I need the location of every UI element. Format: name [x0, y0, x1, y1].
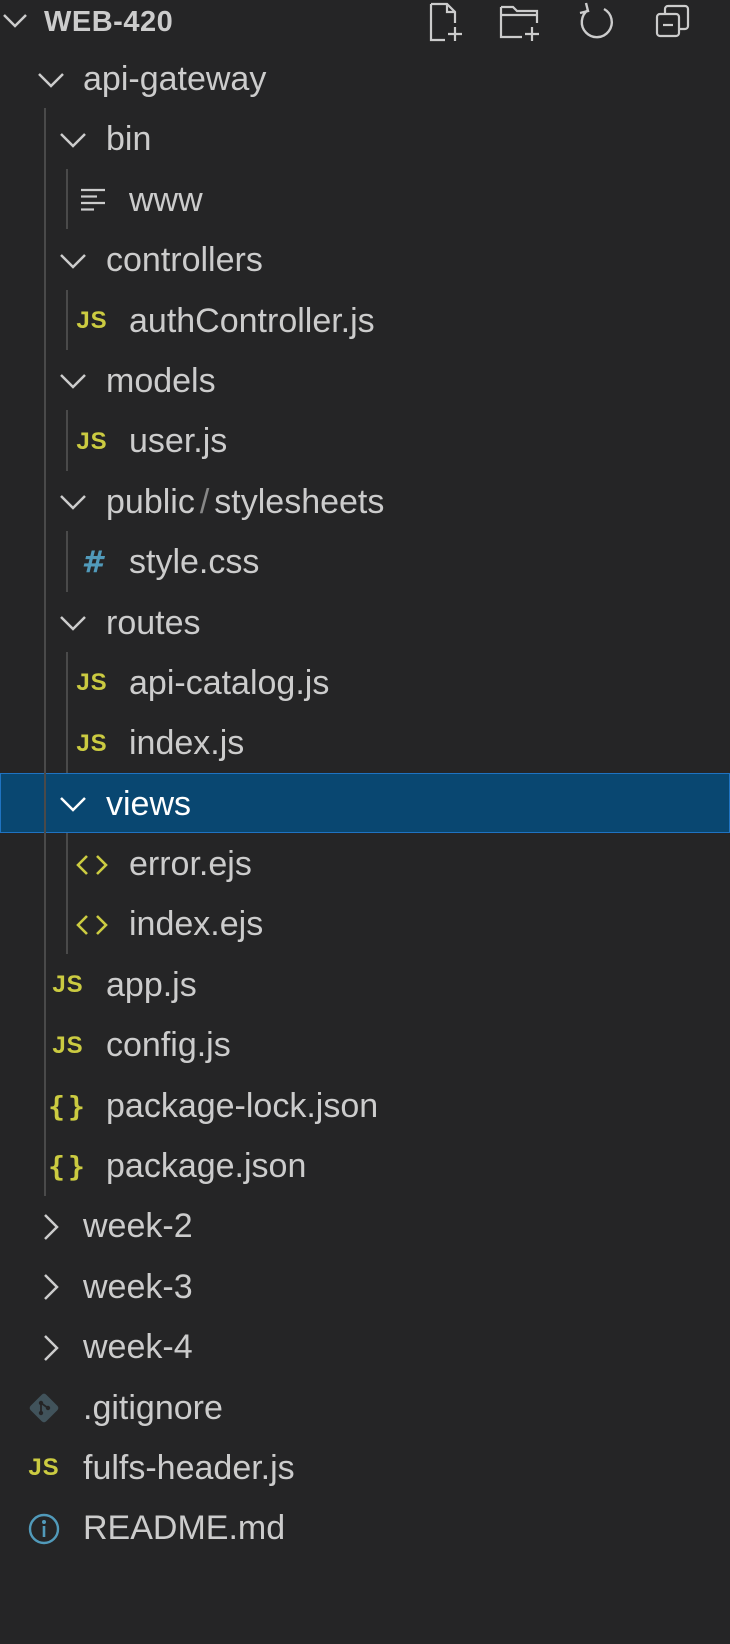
javascript-file-icon: JS: [76, 427, 108, 455]
ejs-file-icon: [74, 893, 110, 956]
file-name: authController.js: [129, 301, 375, 340]
folder-name: week-2: [83, 1207, 193, 1246]
javascript-file-icon: JS: [76, 729, 108, 757]
folder-name: api-gateway: [83, 60, 267, 98]
explorer-header: WEB-420: [0, 0, 730, 44]
new-folder-icon[interactable]: [497, 0, 543, 44]
indent-guide: [44, 108, 46, 1196]
file-name: app.js: [106, 965, 197, 1004]
chevron-down-icon: [58, 350, 88, 413]
file-name: config.js: [106, 1026, 231, 1065]
tree-file-row[interactable]: error.ejs: [0, 833, 730, 893]
tree-file-row[interactable]: www: [0, 169, 730, 229]
tree-folder-row[interactable]: public / stylesheets: [0, 471, 730, 531]
tree-folder-row[interactable]: bin: [0, 108, 730, 168]
tree-file-row[interactable]: # style.css: [0, 531, 730, 591]
folder-name: controllers: [106, 241, 263, 280]
chevron-down-icon: [58, 773, 88, 836]
file-name: style.css: [129, 543, 260, 582]
tree-folder-row[interactable]: routes: [0, 592, 730, 652]
javascript-file-icon: JS: [76, 307, 108, 335]
tree-file-row[interactable]: JS authController.js: [0, 290, 730, 350]
chevron-right-icon: [36, 1316, 66, 1379]
tree-file-row[interactable]: JS user.js: [0, 410, 730, 470]
folder-name-part: public: [106, 482, 195, 521]
chevron-down-icon: [58, 229, 88, 292]
tree-file-row[interactable]: index.ejs: [0, 893, 730, 953]
tree-folder-row[interactable]: week-2: [0, 1195, 730, 1255]
json-file-icon: {}: [48, 1150, 88, 1184]
javascript-file-icon: JS: [28, 1454, 60, 1482]
tree-folder-row[interactable]: views: [0, 772, 730, 836]
folder-name-part: stylesheets: [214, 482, 385, 521]
tree-file-row[interactable]: README.md: [0, 1497, 730, 1557]
file-name: error.ejs: [129, 845, 252, 884]
folder-name: models: [106, 361, 216, 400]
tree-file-row[interactable]: JS config.js: [0, 1014, 730, 1074]
file-name: package.json: [106, 1147, 307, 1186]
tree-folder-row[interactable]: api-gateway: [0, 48, 730, 108]
indent-guide: [66, 410, 68, 471]
path-separator: /: [199, 482, 210, 521]
folder-name: routes: [106, 603, 201, 642]
ejs-file-icon: [74, 833, 110, 896]
tree-folder-row[interactable]: week-4: [0, 1316, 730, 1376]
file-name: README.md: [83, 1509, 286, 1548]
javascript-file-icon: JS: [76, 669, 108, 697]
file-name: www: [129, 180, 203, 219]
chevron-right-icon: [36, 1195, 66, 1258]
file-tree: api-gateway bin www controllers JS authContro…: [0, 48, 730, 1558]
chevron-right-icon: [36, 1256, 66, 1319]
collapse-section-chevron-icon[interactable]: [2, 10, 28, 37]
tree-file-row[interactable]: JS fulfs-header.js: [0, 1437, 730, 1497]
chevron-down-icon: [58, 592, 88, 655]
javascript-file-icon: JS: [52, 1031, 84, 1059]
new-file-icon[interactable]: [421, 0, 467, 44]
tree-folder-row[interactable]: week-3: [0, 1256, 730, 1316]
chevron-down-icon: [58, 471, 88, 534]
git-file-icon: [26, 1377, 62, 1440]
tree-file-row[interactable]: JS api-catalog.js: [0, 652, 730, 712]
tree-file-row[interactable]: .gitignore: [0, 1377, 730, 1437]
javascript-file-icon: JS: [52, 971, 84, 999]
folder-name: week-3: [83, 1267, 193, 1306]
refresh-icon[interactable]: [573, 0, 619, 44]
collapse-all-icon[interactable]: [651, 0, 697, 44]
file-name: user.js: [129, 422, 228, 461]
indent-guide: [66, 531, 68, 592]
chevron-down-icon: [36, 48, 66, 111]
file-name: api-catalog.js: [129, 663, 330, 702]
folder-name: bin: [106, 120, 152, 159]
chevron-down-icon: [58, 108, 88, 171]
tree-folder-row[interactable]: controllers: [0, 229, 730, 289]
css-file-icon: #: [81, 545, 103, 581]
file-name: index.ejs: [129, 905, 264, 944]
folder-name: week-4: [83, 1328, 193, 1367]
tree-file-row[interactable]: {} package.json: [0, 1135, 730, 1195]
indent-guide: [66, 833, 68, 954]
text-file-icon: [74, 169, 110, 232]
folder-name: views: [106, 784, 192, 823]
json-file-icon: {}: [48, 1089, 88, 1123]
workspace-title[interactable]: WEB-420: [44, 3, 173, 41]
folder-name: public / stylesheets: [106, 471, 384, 534]
tree-file-row[interactable]: JS app.js: [0, 954, 730, 1014]
indent-guide: [66, 168, 68, 230]
file-name: fulfs-header.js: [83, 1448, 295, 1487]
tree-file-row[interactable]: JS index.js: [0, 712, 730, 772]
indent-guide: [66, 289, 68, 350]
file-name: index.js: [129, 724, 245, 763]
file-name: .gitignore: [83, 1388, 223, 1427]
tree-folder-row[interactable]: models: [0, 350, 730, 410]
tree-file-row[interactable]: {} package-lock.json: [0, 1075, 730, 1135]
file-name: package-lock.json: [106, 1086, 379, 1125]
info-icon: [26, 1497, 62, 1560]
indent-guide: [66, 652, 68, 773]
